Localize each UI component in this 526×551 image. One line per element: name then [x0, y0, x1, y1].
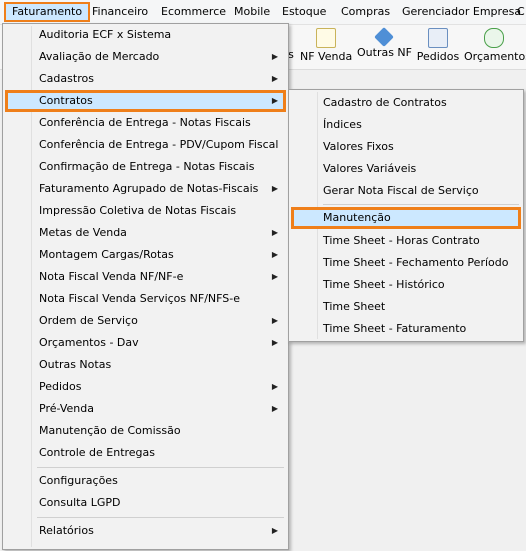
submenu-item-timesheet-historico[interactable]: Time Sheet - Histórico: [291, 274, 521, 296]
orcamentos-icon: [484, 28, 504, 48]
submenu-item-manutencao[interactable]: Manutenção: [291, 207, 521, 229]
submenu-item-indices[interactable]: Índices: [291, 114, 521, 136]
menu-item-contratos[interactable]: Contratos ▶: [5, 90, 286, 112]
pedidos-icon: [428, 28, 448, 48]
menu-mobile[interactable]: Mobile: [228, 2, 276, 22]
menu-overflow[interactable]: C: [511, 2, 526, 22]
menu-separator: [37, 517, 284, 518]
faturamento-menu: Auditoria ECF x Sistema Avaliação de Mer…: [2, 23, 289, 550]
chevron-right-icon: ▶: [271, 272, 278, 281]
submenu-separator: [323, 204, 519, 205]
submenu-item-timesheet-fechamento[interactable]: Time Sheet - Fechamento Período: [291, 252, 521, 274]
chevron-right-icon: ▶: [271, 250, 278, 259]
submenu-item-timesheet-horas[interactable]: Time Sheet - Horas Contrato: [291, 230, 521, 252]
menu-item-nf-venda[interactable]: Nota Fiscal Venda NF/NF-e ▶: [5, 266, 286, 288]
chevron-right-icon: ▶: [271, 96, 278, 105]
menu-item-metas-venda[interactable]: Metas de Venda ▶: [5, 222, 286, 244]
menu-item-faturamento-agrupado[interactable]: Faturamento Agrupado de Notas-Fiscais ▶: [5, 178, 286, 200]
menu-estoque[interactable]: Estoque: [276, 2, 332, 22]
menu-item-outras-notas[interactable]: Outras Notas: [5, 354, 286, 376]
submenu-item-valores-variaveis[interactable]: Valores Variáveis: [291, 158, 521, 180]
menu-item-avaliacao-mercado[interactable]: Avaliação de Mercado ▶: [5, 46, 286, 68]
menu-compras[interactable]: Compras: [335, 2, 396, 22]
menubar: Faturamento Financeiro Ecommerce Mobile …: [0, 0, 526, 25]
chevron-right-icon: ▶: [271, 338, 278, 347]
menu-gerenciador-empresa[interactable]: Gerenciador Empresa: [396, 2, 526, 22]
menu-item-montagem-cargas[interactable]: Montagem Cargas/Rotas ▶: [5, 244, 286, 266]
menu-separator: [37, 467, 284, 468]
menu-item-configuracoes[interactable]: Configurações: [5, 470, 286, 492]
menu-faturamento[interactable]: Faturamento: [4, 2, 91, 22]
menu-item-pedidos[interactable]: Pedidos ▶: [5, 376, 286, 398]
menu-financeiro[interactable]: Financeiro: [86, 2, 154, 22]
menu-item-confirmacao-entrega[interactable]: Confirmação de Entrega - Notas Fiscais: [5, 156, 286, 178]
submenu-item-valores-fixos[interactable]: Valores Fixos: [291, 136, 521, 158]
submenu-item-timesheet-faturamento[interactable]: Time Sheet - Faturamento: [291, 318, 521, 340]
chevron-right-icon: ▶: [271, 74, 278, 83]
chevron-right-icon: ▶: [271, 52, 278, 61]
outras-nf-button[interactable]: Outras NF: [357, 25, 412, 69]
menu-item-ordem-servico[interactable]: Ordem de Serviço ▶: [5, 310, 286, 332]
nf-venda-icon: [316, 28, 336, 48]
submenu-item-cadastro-contratos[interactable]: Cadastro de Contratos: [291, 92, 521, 114]
submenu-item-gerar-nota-servico[interactable]: Gerar Nota Fiscal de Serviço: [291, 180, 521, 202]
outras-nf-icon: [374, 27, 394, 47]
menu-item-pre-venda[interactable]: Pré-Venda ▶: [5, 398, 286, 420]
menu-ecommerce[interactable]: Ecommerce: [155, 2, 232, 22]
chevron-right-icon: ▶: [271, 228, 278, 237]
chevron-right-icon: ▶: [271, 382, 278, 391]
menu-item-conferencia-notas[interactable]: Conferência de Entrega - Notas Fiscais: [5, 112, 286, 134]
chevron-right-icon: ▶: [271, 526, 278, 535]
menu-item-consulta-lgpd[interactable]: Consulta LGPD: [5, 492, 286, 514]
submenu-item-timesheet[interactable]: Time Sheet: [291, 296, 521, 318]
contratos-submenu: Cadastro de Contratos Índices Valores Fi…: [288, 89, 524, 342]
menu-item-nf-servicos[interactable]: Nota Fiscal Venda Serviços NF/NFS-e: [5, 288, 286, 310]
nf-venda-button[interactable]: NF Venda: [300, 25, 352, 69]
menu-item-impressao-coletiva[interactable]: Impressão Coletiva de Notas Fiscais: [5, 200, 286, 222]
chevron-right-icon: ▶: [271, 316, 278, 325]
menu-item-manutencao-comissao[interactable]: Manutenção de Comissão: [5, 420, 286, 442]
menu-item-auditoria-ecf[interactable]: Auditoria ECF x Sistema: [5, 24, 286, 46]
chevron-right-icon: ▶: [271, 404, 278, 413]
menu-item-relatorios[interactable]: Relatórios ▶: [5, 520, 286, 542]
chevron-right-icon: ▶: [271, 184, 278, 193]
orcamentos-button[interactable]: Orçamentos: [464, 25, 526, 69]
menu-item-cadastros[interactable]: Cadastros ▶: [5, 68, 286, 90]
menu-item-orcamentos-dav[interactable]: Orçamentos - Dav ▶: [5, 332, 286, 354]
menu-item-controle-entregas[interactable]: Controle de Entregas: [5, 442, 286, 464]
pedidos-button[interactable]: Pedidos: [416, 25, 460, 69]
menu-item-conferencia-pdv[interactable]: Conferência de Entrega - PDV/Cupom Fisca…: [5, 134, 286, 156]
